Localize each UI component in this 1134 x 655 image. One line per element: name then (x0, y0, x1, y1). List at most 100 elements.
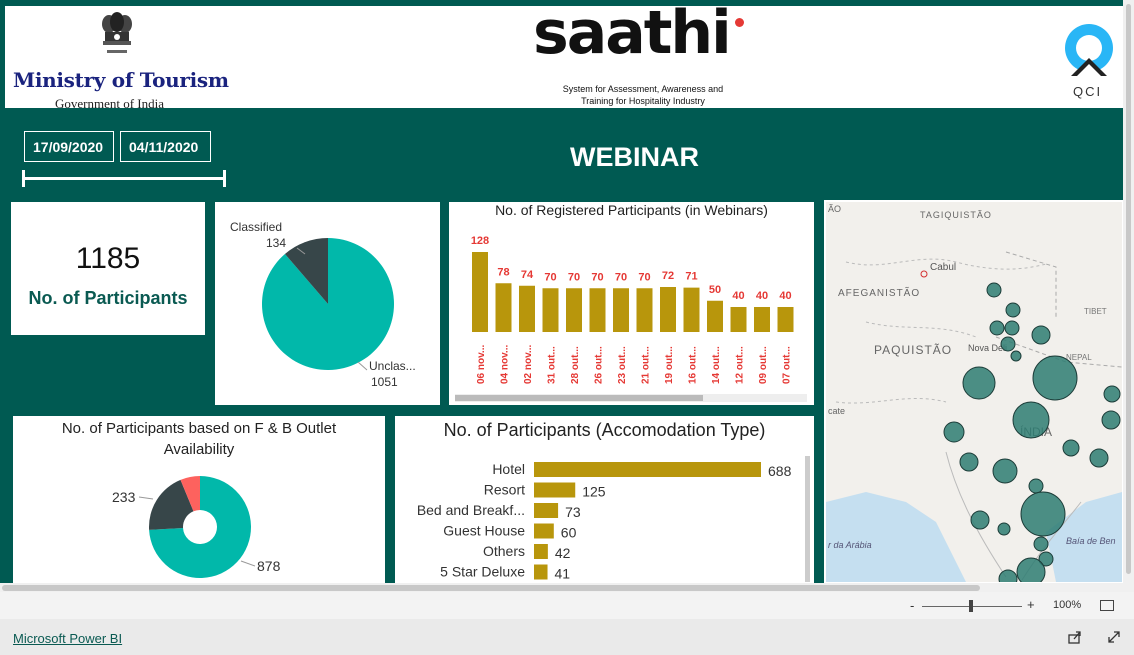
header-banner: Ministry of Tourism Government of India … (5, 0, 1123, 111)
fit-to-page-icon[interactable] (1100, 600, 1114, 611)
bar[interactable] (683, 287, 700, 332)
fb-outlet-donut-card[interactable]: No. of Participants based on F & B Outle… (13, 416, 385, 584)
pie-label-unclassified: Unclas... (369, 359, 416, 373)
zoom-in-button[interactable]: + (1027, 597, 1035, 612)
accommodation-bar-chart[interactable]: Hotel 688 Resort 125 Bed and Breakf... 73 Gues… (395, 416, 814, 584)
map-bubble[interactable] (1016, 557, 1046, 582)
pie-value-classified: 134 (266, 236, 286, 250)
bar[interactable] (660, 287, 676, 332)
map-bubble[interactable] (1101, 410, 1121, 430)
hbar-data-label: 42 (555, 545, 571, 561)
bar-data-label: 70 (638, 271, 650, 283)
accommodation-card[interactable]: No. of Participants (Accomodation Type) … (395, 416, 814, 584)
map-bubble[interactable] (1000, 336, 1016, 352)
map-label-ao: ÃO (828, 204, 841, 214)
donut-value-233: 233 (112, 489, 136, 505)
hbar[interactable] (534, 523, 554, 539)
vertical-scrollbar-thumb[interactable] (1126, 4, 1131, 574)
hbar[interactable] (534, 482, 576, 498)
registered-participants-card[interactable]: No. of Registered Participants (in Webin… (449, 202, 814, 405)
bar[interactable] (754, 307, 770, 332)
power-bi-link[interactable]: Microsoft Power BI (13, 631, 122, 646)
ministry-logo: Ministry of Tourism Government of India (9, 10, 229, 111)
map-bubble[interactable] (1103, 385, 1121, 403)
fullscreen-icon[interactable] (1106, 629, 1122, 645)
map-bubble[interactable] (1089, 448, 1109, 468)
map-label-pakistan: PAQUISTÃO (874, 343, 952, 357)
chart-scrollbar-thumb[interactable] (455, 395, 703, 401)
x-tick-label: 09 out... (758, 346, 769, 384)
bar[interactable] (636, 288, 653, 332)
horizontal-scrollbar-thumb[interactable] (2, 585, 980, 591)
y-category-label: Resort (484, 482, 525, 498)
zoom-slider-knob[interactable] (969, 600, 973, 612)
bar[interactable] (519, 285, 535, 332)
saathi-tagline-line-2: Training for Hospitality Industry (581, 96, 705, 106)
zoom-bar: - + 100% (0, 592, 1134, 619)
map-bubble[interactable] (1031, 325, 1051, 345)
classification-pie-chart[interactable]: Classified 134 Unclas... 1051 (215, 202, 440, 405)
bar[interactable] (566, 288, 582, 332)
map-label-nepal: NEPAL (1066, 353, 1092, 362)
map-bubble[interactable] (1012, 401, 1050, 439)
map-label-kabul: Cabul (930, 262, 956, 273)
x-tick-label: 21 out... (641, 346, 652, 384)
bar[interactable] (777, 307, 794, 332)
bar-data-label: 40 (756, 290, 768, 302)
date-range-slider[interactable] (23, 177, 226, 180)
bar-data-label: 70 (615, 271, 627, 283)
saathi-dot (735, 18, 744, 27)
x-tick-label: 16 out... (688, 346, 699, 384)
chart-scrollbar[interactable] (455, 394, 807, 402)
hbar[interactable] (534, 462, 761, 477)
map-bubble[interactable] (943, 421, 965, 443)
map-bubble[interactable] (962, 366, 996, 400)
map-bubble[interactable] (1032, 355, 1078, 401)
slider-start-handle[interactable] (22, 170, 25, 187)
kpi-card[interactable]: 1185 No. of Participants (11, 202, 205, 335)
y-category-label: 5 Star Deluxe (440, 564, 525, 580)
accommodation-scrollbar[interactable] (805, 456, 810, 582)
map-bubble[interactable] (1005, 302, 1021, 318)
hbar[interactable] (534, 503, 559, 518)
map-visual[interactable]: TAGIQUISTÃO ÃO Cabul AFEGANISTÃO TIBET P… (824, 200, 1124, 584)
registered-participants-bar-chart[interactable]: 128 06 nov... 78 04 nov... 74 02 nov... 70 31 o… (449, 202, 814, 405)
hbar[interactable] (534, 544, 548, 559)
map-bubble[interactable] (1004, 320, 1020, 336)
hbar[interactable] (534, 564, 548, 580)
map-bubble[interactable] (1033, 536, 1049, 552)
classification-pie-card[interactable]: Classified 134 Unclas... 1051 (215, 202, 440, 405)
vertical-scrollbar[interactable] (1123, 0, 1134, 583)
map-bubble[interactable] (970, 510, 990, 530)
share-icon[interactable] (1067, 629, 1083, 645)
y-category-label: Guest House (443, 523, 525, 539)
map-bubble[interactable] (992, 458, 1018, 484)
map-canvas[interactable]: TAGIQUISTÃO ÃO Cabul AFEGANISTÃO TIBET P… (826, 202, 1122, 582)
start-date-input[interactable]: 17/09/2020 (24, 131, 114, 162)
hbar-data-label: 688 (768, 463, 792, 479)
map-label-arabian-sea: r da Arábia (828, 540, 872, 550)
map-bubble[interactable] (986, 282, 1002, 298)
map-bubble[interactable] (1062, 439, 1080, 457)
qci-mark-icon (1065, 24, 1113, 76)
fb-outlet-donut-chart[interactable]: 233 878 (13, 416, 385, 584)
map-bubble[interactable] (997, 522, 1011, 536)
end-date-input[interactable]: 04/11/2020 (120, 131, 211, 162)
hbar-data-label: 41 (555, 566, 571, 582)
qci-logo: QCI (1061, 18, 1121, 102)
bar[interactable] (589, 288, 606, 332)
bar[interactable] (542, 288, 559, 332)
horizontal-scrollbar[interactable] (0, 583, 1134, 592)
bar[interactable] (472, 252, 488, 332)
zoom-out-button[interactable]: - (910, 598, 914, 613)
slider-end-handle[interactable] (223, 170, 226, 187)
bar[interactable] (495, 283, 512, 332)
map-bubble[interactable] (1010, 350, 1022, 362)
bar[interactable] (613, 288, 629, 332)
map-bubble[interactable] (1020, 491, 1066, 537)
map-bubble[interactable] (989, 320, 1005, 336)
map-bubble[interactable] (959, 452, 979, 472)
bar[interactable] (730, 307, 747, 332)
bar[interactable] (707, 300, 723, 332)
map-bubble[interactable] (1028, 478, 1044, 494)
